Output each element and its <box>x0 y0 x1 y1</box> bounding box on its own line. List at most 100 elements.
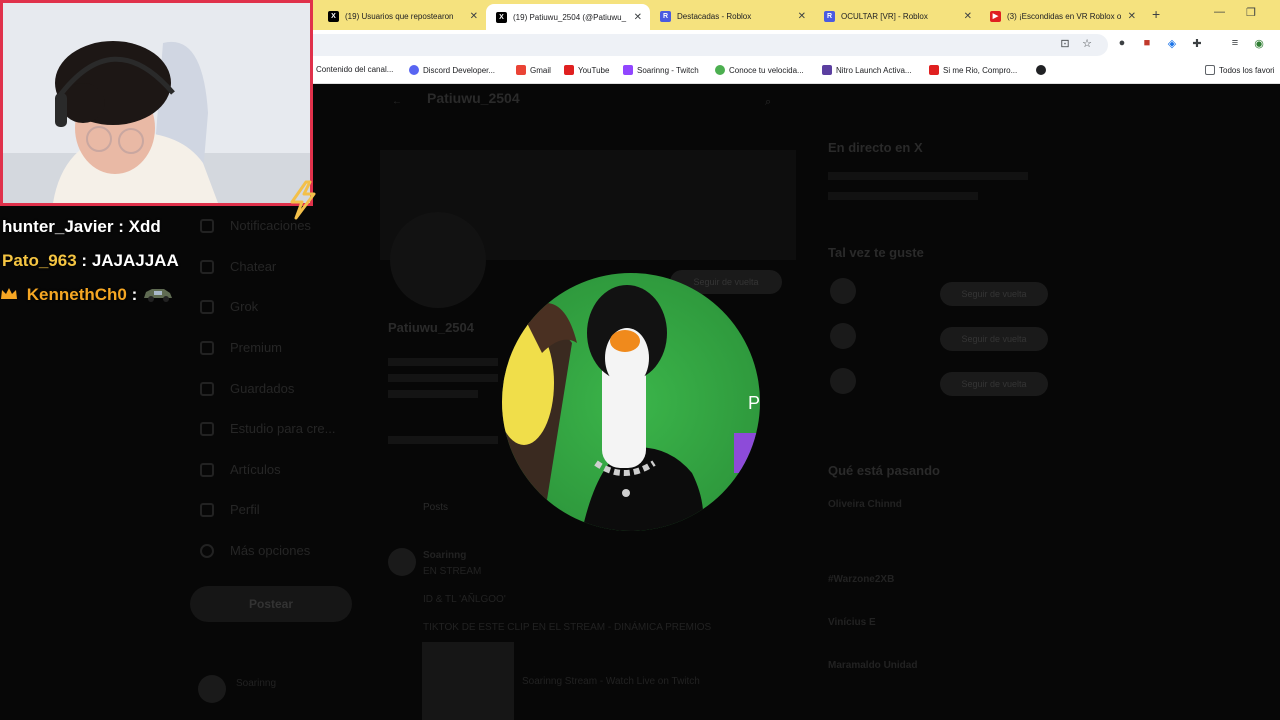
address-bar[interactable] <box>300 34 1108 56</box>
creator-icon <box>200 421 214 436</box>
tab-profile[interactable]: X (19) Patiuwu_2504 (@Patiuwu_ ✕ <box>486 4 650 30</box>
close-icon[interactable]: ✕ <box>470 11 478 22</box>
profile-icon[interactable]: ◉ <box>1252 36 1266 50</box>
suggest-avatar[interactable] <box>830 368 856 394</box>
goose-avatar-image: P <box>502 273 760 531</box>
suggest-avatar[interactable] <box>830 278 856 304</box>
suggest-avatar[interactable] <box>830 323 856 349</box>
nav-label: Artículos <box>230 462 281 477</box>
bookmark-label: YouTube <box>578 65 610 75</box>
trend-item[interactable]: Maramaldo Unidad <box>828 660 917 671</box>
nav-chat[interactable]: Chatear <box>200 259 276 274</box>
tab-youtube[interactable]: ▶ (3) ¡Escondidas en VR Roblox o ✕ <box>980 4 1144 28</box>
tab-roblox-featured[interactable]: R Destacadas - Roblox ✕ <box>650 4 814 28</box>
profile-name: Patiuwu_2504 <box>388 320 474 335</box>
minimize-icon[interactable]: — <box>1214 6 1225 18</box>
account-avatar[interactable] <box>198 675 226 703</box>
tab-title: (19) Usuarios que repostearon <box>345 11 454 21</box>
tweet-avatar[interactable] <box>388 548 416 576</box>
tab-roblox-hide[interactable]: R OCULTAR [VR] - Roblox ✕ <box>814 4 980 28</box>
trend-item[interactable]: Vinícius E <box>828 617 876 628</box>
close-icon[interactable]: ✕ <box>798 11 806 22</box>
live-item[interactable] <box>828 172 1028 180</box>
bookmark-label: Nitro Launch Activa... <box>836 65 912 75</box>
extension-icon[interactable]: ◈ <box>1165 36 1179 50</box>
bookmark-label: Si me Rio, Compro... <box>943 65 1018 75</box>
tweet-text: EN STREAM <box>423 566 482 577</box>
bookmark-label: Discord Developer... <box>423 65 496 75</box>
nav-profile[interactable]: Perfil <box>200 502 260 517</box>
chat-separator: : <box>81 251 88 270</box>
bookmark-item[interactable]: Conoce tu velocida... <box>715 65 804 75</box>
chat-separator: : <box>118 217 124 236</box>
bookmark-label: Gmail <box>530 65 551 75</box>
follow-counts <box>388 436 498 444</box>
post-button[interactable]: Postear <box>190 586 352 622</box>
grok-icon <box>200 299 214 314</box>
trend-item[interactable]: Oliveira Chinnd <box>828 499 902 510</box>
puzzle-icon[interactable]: ✚ <box>1190 36 1204 50</box>
nav-creator-studio[interactable]: Estudio para cre... <box>200 421 336 436</box>
restore-icon[interactable]: ❐ <box>1246 6 1256 19</box>
media-icon[interactable]: ≡ <box>1228 36 1242 50</box>
bookmark-item[interactable]: Discord Developer... <box>409 65 495 75</box>
new-tab-button[interactable]: + <box>1152 6 1160 22</box>
nav-more[interactable]: Más opciones <box>200 543 310 558</box>
chat-text: JAJAJJAA <box>91 251 179 270</box>
install-app-icon[interactable]: ⊡ <box>1058 36 1072 50</box>
extension-icon[interactable]: ■ <box>1140 36 1154 50</box>
extension-icon[interactable]: ● <box>1115 36 1129 50</box>
profile-avatar[interactable] <box>390 212 486 308</box>
tweet-author[interactable]: Soarinng <box>423 550 466 561</box>
nav-bookmarks[interactable]: Guardados <box>200 381 294 396</box>
car-emote-icon <box>144 289 172 302</box>
nav-grok[interactable]: Grok <box>200 299 258 314</box>
chat-message: hunter_Javier : Xdd <box>2 217 161 237</box>
trend-item[interactable]: #Warzone2XB <box>828 574 894 585</box>
follow-button[interactable]: Seguir de vuelta <box>940 327 1048 351</box>
bookmark-item[interactable]: Nitro Launch Activa... <box>822 65 912 75</box>
star-icon[interactable]: ☆ <box>1080 36 1094 50</box>
bookmark-icon <box>200 381 214 396</box>
bell-icon <box>200 218 214 233</box>
bookmark-item[interactable]: Gmail <box>516 65 551 75</box>
bookmark-item[interactable]: Soarinng - Twitch <box>623 65 699 75</box>
bookmark-item[interactable]: Contenido del canal... <box>316 65 393 74</box>
chat-username: hunter_Javier <box>2 217 114 236</box>
tab-posts[interactable]: Posts <box>423 502 448 513</box>
tab-reposts[interactable]: X (19) Usuarios que repostearon ✕ <box>318 4 486 28</box>
bookmark-item[interactable]: YouTube <box>564 65 609 75</box>
tab-title: OCULTAR [VR] - Roblox <box>841 11 928 21</box>
bookmark-item[interactable] <box>1036 65 1050 75</box>
follow-button[interactable]: Seguir de vuelta <box>940 372 1048 396</box>
x-icon: X <box>496 11 507 23</box>
tweet-card-title[interactable]: Soarinng Stream - Watch Live on Twitch <box>522 676 700 687</box>
chat-message: KennethCh0 : <box>0 285 174 305</box>
nav-articles[interactable]: Artículos <box>200 462 281 477</box>
close-icon[interactable]: ✕ <box>634 12 642 23</box>
nav-premium[interactable]: Premium <box>200 340 282 355</box>
live-heading: En directo en X <box>828 140 923 155</box>
article-icon <box>200 462 214 477</box>
header-profile-name: Patiuwu_2504 <box>427 90 520 106</box>
nav-label: Chatear <box>230 259 277 274</box>
search-icon[interactable]: ⌕ <box>765 96 771 109</box>
speedtest-icon <box>715 65 725 75</box>
bookmarks-folder[interactable]: Todos los favori <box>1205 65 1275 75</box>
nav-label: Perfil <box>230 502 260 517</box>
close-icon[interactable]: ✕ <box>1128 11 1136 22</box>
close-icon[interactable]: ✕ <box>964 11 972 22</box>
chat-username: Pato_963 <box>2 251 77 270</box>
account-name: Soarinng <box>236 678 277 689</box>
twitch-icon <box>623 65 633 75</box>
bookmark-item[interactable]: Si me Rio, Compro... <box>929 65 1017 75</box>
tweet-text: ID & TL 'AÑLGOO' <box>423 594 506 605</box>
follow-button[interactable]: Seguir de vuelta <box>940 282 1048 306</box>
bio-line <box>388 358 498 366</box>
live-item[interactable] <box>828 192 978 200</box>
enlarged-avatar[interactable]: P <box>502 273 760 531</box>
person-icon <box>200 502 214 517</box>
roblox-icon: R <box>824 10 835 22</box>
tweet-card-image[interactable] <box>422 642 514 720</box>
back-arrow-icon[interactable]: ← <box>392 96 402 107</box>
